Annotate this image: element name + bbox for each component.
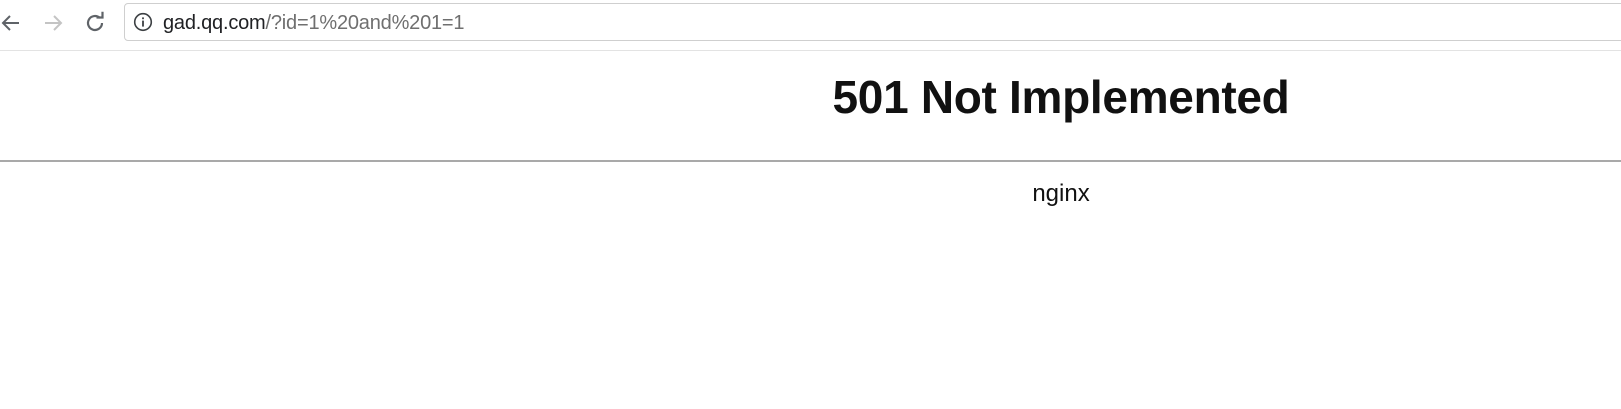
arrow-left-icon [1, 15, 19, 31]
server-name: nginx [1032, 180, 1090, 207]
forward-button[interactable] [38, 8, 68, 38]
reload-icon [86, 11, 104, 32]
horizontal-rule [0, 160, 1621, 162]
back-button[interactable] [0, 8, 26, 38]
page-title: 501 Not Implemented [832, 71, 1290, 123]
reload-button[interactable] [80, 8, 110, 38]
url-path: /?id=1%20and%201=1 [265, 12, 465, 34]
info-icon[interactable] [133, 12, 153, 32]
browser-toolbar: gad.qq.com/?id=1%20and%201=1 [0, 0, 1621, 51]
url-host: gad.qq.com [163, 12, 266, 34]
address-bar[interactable]: gad.qq.com/?id=1%20and%201=1 [124, 3, 1621, 41]
address-bar-url[interactable]: gad.qq.com/?id=1%20and%201=1 [163, 12, 465, 34]
arrow-right-icon [45, 15, 63, 31]
